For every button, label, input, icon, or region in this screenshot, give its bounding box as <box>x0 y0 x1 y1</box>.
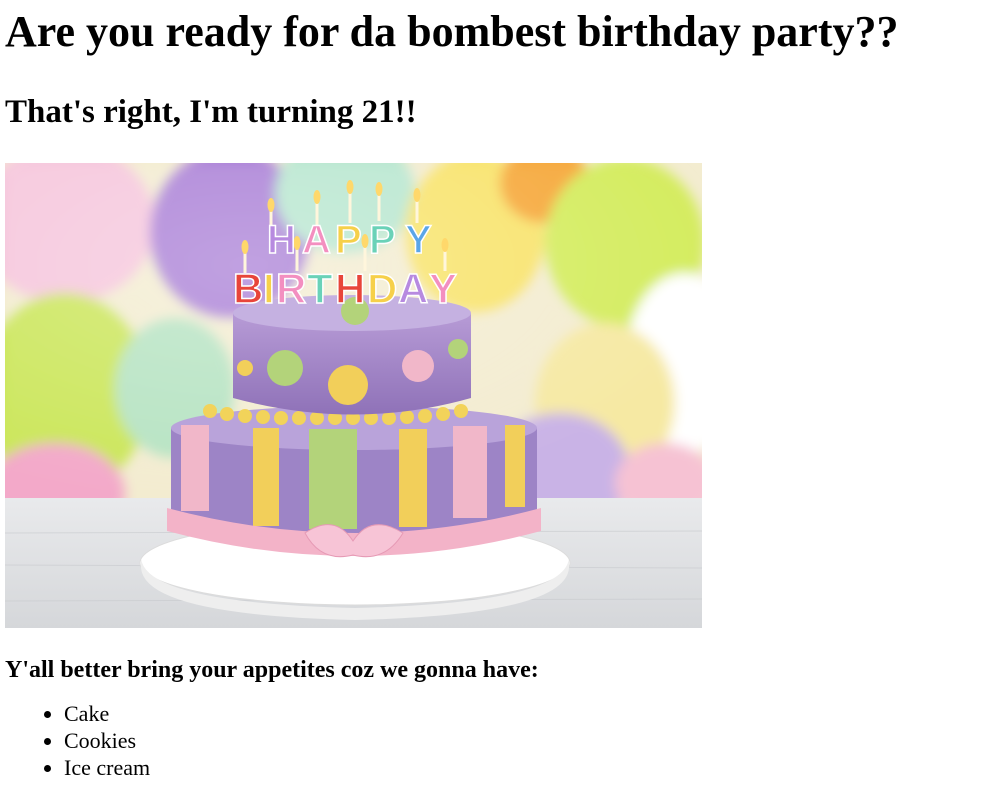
svg-text:H: H <box>267 218 296 262</box>
birthday-cake-image: H A P P Y B I R T H D A Y <box>5 163 702 628</box>
svg-text:A: A <box>302 218 331 262</box>
food-intro-heading: Y'all better bring your appetites coz we… <box>5 657 539 683</box>
svg-text:A: A <box>398 265 428 312</box>
svg-text:P: P <box>335 218 362 262</box>
list-item: Cookies <box>64 727 1003 754</box>
svg-text:T: T <box>307 265 333 312</box>
svg-text:P: P <box>369 218 396 262</box>
page-subtitle: That's right, I'm turning 21!! <box>5 94 417 130</box>
svg-text:H: H <box>335 265 365 312</box>
list-item: Ice cream <box>64 754 1003 781</box>
page-title: Are you ready for da bombest birthday pa… <box>5 7 899 56</box>
svg-text:I: I <box>263 265 275 312</box>
svg-text:Y: Y <box>405 218 432 262</box>
svg-text:D: D <box>367 265 397 312</box>
svg-text:B: B <box>233 265 263 312</box>
svg-text:R: R <box>276 265 306 312</box>
svg-text:Y: Y <box>429 265 457 312</box>
list-item: Cake <box>64 700 1003 727</box>
food-list: Cake Cookies Ice cream <box>5 700 1003 781</box>
